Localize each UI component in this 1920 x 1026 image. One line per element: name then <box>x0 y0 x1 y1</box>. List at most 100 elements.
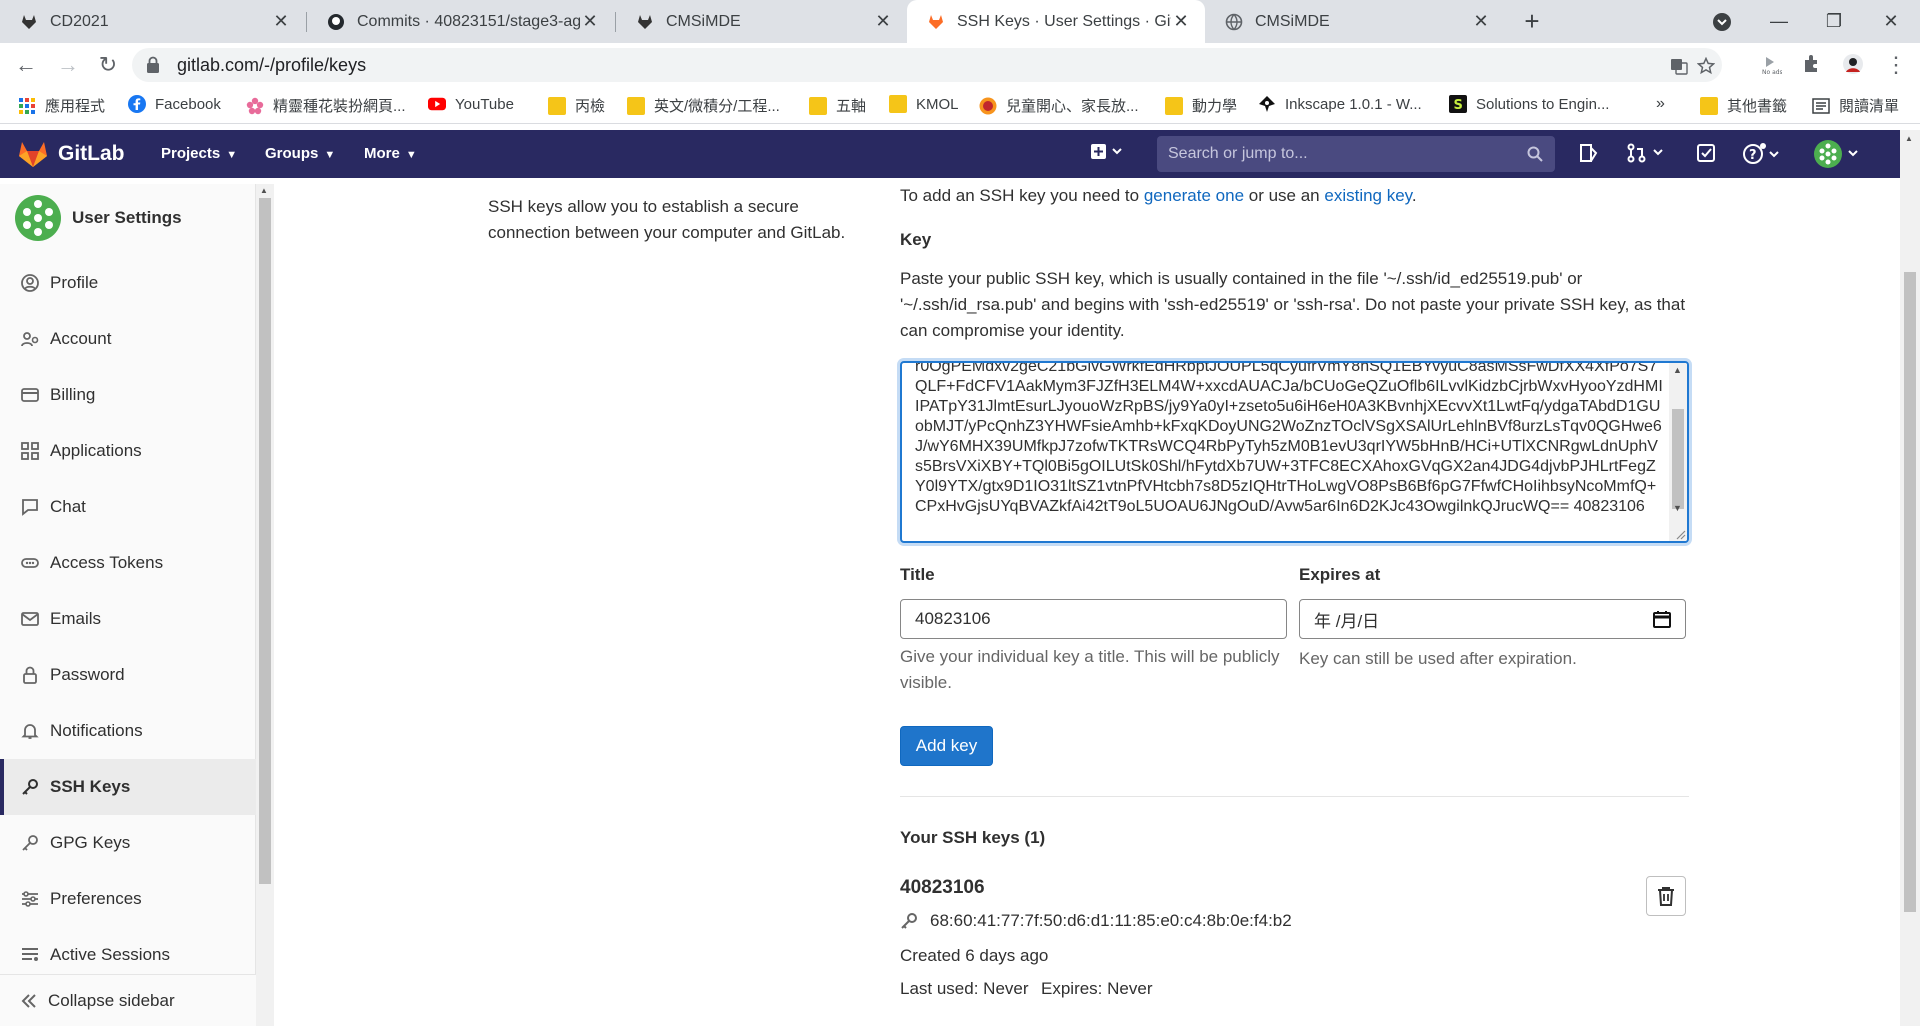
gitlab-tanuki-icon <box>19 142 47 167</box>
sidebar-item-password[interactable]: Password <box>0 647 256 703</box>
bookmark-folder[interactable]: 丙檢 <box>548 95 605 116</box>
bookmark-solutions[interactable]: S Solutions to Engin... <box>1449 95 1609 113</box>
browser-tab-1[interactable]: CD2021 ✕ <box>0 0 305 43</box>
sidebar-scrollbar[interactable]: ▲ <box>256 184 274 1026</box>
groups-menu[interactable]: Groups ▼ <box>265 145 335 162</box>
generate-one-link[interactable]: generate one <box>1144 186 1244 205</box>
issues-icon[interactable] <box>1578 143 1600 168</box>
close-window-icon[interactable]: ✕ <box>1862 0 1920 43</box>
mail-icon <box>20 609 40 629</box>
chrome-menu-icon[interactable]: ⋮ <box>1880 49 1912 81</box>
sidebar-item-billing[interactable]: Billing <box>0 367 256 423</box>
reading-list[interactable]: 閱讀清單 <box>1812 95 1899 116</box>
bookmark-label: 兒童開心、家長放... <box>1006 98 1139 115</box>
browser-tab-5[interactable]: CMSiMDE ✕ <box>1205 0 1505 43</box>
back-icon[interactable]: ← <box>10 49 42 81</box>
settings-sidebar: User Settings Profile Account Billing Ap… <box>0 184 256 1026</box>
scroll-up-icon[interactable]: ▲ <box>1673 365 1682 375</box>
address-bar[interactable]: gitlab.com/-/profile/keys <box>132 48 1722 82</box>
bookmark-youtube[interactable]: YouTube <box>428 95 514 113</box>
sidebar-scrollbar-thumb[interactable] <box>259 198 271 884</box>
double-chevron-left-icon <box>20 992 38 1010</box>
page-scrollbar[interactable]: ▲ <box>1900 130 1920 1026</box>
bookmarks-overflow-icon[interactable]: » <box>1656 95 1665 113</box>
more-menu[interactable]: More ▼ <box>364 145 417 162</box>
menu-label: Projects <box>161 145 221 162</box>
sidebar-item-label: Applications <box>50 441 142 460</box>
close-tab-icon[interactable]: ✕ <box>1171 11 1191 32</box>
bookmark-apps[interactable]: 應用程式 <box>18 95 105 116</box>
key-textarea-scroll-thumb[interactable] <box>1672 409 1684 509</box>
search-input[interactable]: Search or jump to... <box>1157 136 1555 172</box>
close-tab-icon[interactable]: ✕ <box>271 11 291 32</box>
reload-icon[interactable]: ↻ <box>92 49 124 81</box>
sidebar-item-chat[interactable]: Chat <box>0 479 256 535</box>
sidebar-item-gpg-keys[interactable]: GPG Keys <box>0 815 256 871</box>
projects-menu[interactable]: Projects ▼ <box>161 145 237 162</box>
expires-help-text: Key can still be used after expiration. <box>1299 649 1577 668</box>
new-tab-button[interactable]: + <box>1518 8 1546 36</box>
add-key-button[interactable]: Add key <box>900 726 993 766</box>
sidebar-item-ssh-keys[interactable]: SSH Keys <box>0 759 256 815</box>
sidebar-item-profile[interactable]: Profile <box>0 255 256 311</box>
existing-key-link[interactable]: existing key <box>1324 186 1412 205</box>
inkscape-icon <box>1259 96 1275 112</box>
sidebar-item-label: GPG Keys <box>50 833 131 852</box>
collapse-sidebar-button[interactable]: Collapse sidebar <box>0 974 256 1026</box>
key-textarea-scrollbar[interactable]: ▲ ▼ <box>1669 363 1687 541</box>
user-avatar-menu[interactable] <box>1813 139 1863 174</box>
folder-icon <box>1700 96 1718 115</box>
key-textarea[interactable]: r0OgPEMdxv2geC21bGlvGWrkfEdHRbptJOUPL5qC… <box>900 361 1689 543</box>
delete-key-button[interactable] <box>1646 876 1686 916</box>
extensions-puzzle-icon[interactable] <box>1801 53 1823 75</box>
monitor-icon <box>20 945 40 965</box>
page-scrollbar-thumb[interactable] <box>1904 272 1916 912</box>
sidebar-item-preferences[interactable]: Preferences <box>0 871 256 927</box>
browser-tab-2[interactable]: Commits · 40823151/stage3-ag ✕ <box>307 0 614 43</box>
solutions-s-icon: S <box>1449 95 1467 113</box>
sidebar-item-notifications[interactable]: Notifications <box>0 703 256 759</box>
new-dropdown[interactable] <box>1090 143 1126 166</box>
sidebar-item-account[interactable]: Account <box>0 311 256 367</box>
ssh-intro-text: To add an SSH key you need to generate o… <box>900 186 1417 206</box>
bookmark-other[interactable]: 其他書籤 <box>1700 95 1787 116</box>
close-tab-icon[interactable]: ✕ <box>873 11 893 32</box>
help-icon[interactable]: ? <box>1743 143 1783 170</box>
tab-search-icon[interactable] <box>1693 0 1751 43</box>
resize-handle-icon[interactable] <box>1674 528 1686 540</box>
extension-nodata-icon[interactable]: No ads <box>1760 53 1782 75</box>
profile-avatar-icon[interactable] <box>1842 53 1864 75</box>
title-input[interactable]: 40823106 <box>900 599 1287 639</box>
close-tab-icon[interactable]: ✕ <box>580 11 600 32</box>
bookmark-inkscape[interactable]: Inkscape 1.0.1 - W... <box>1258 95 1422 113</box>
browser-tab-4-active[interactable]: SSH Keys · User Settings · GitLab ✕ <box>907 0 1205 43</box>
restore-icon[interactable]: ❐ <box>1805 0 1863 43</box>
ssh-key-title[interactable]: 40823106 <box>900 877 985 899</box>
expires-date-input[interactable]: 年 /月/日 <box>1299 599 1686 639</box>
todos-icon[interactable] <box>1696 143 1716 168</box>
sidebar-item-access-tokens[interactable]: Access Tokens <box>0 535 256 591</box>
globe-icon <box>1225 13 1243 30</box>
sidebar-item-emails[interactable]: Emails <box>0 591 256 647</box>
bookmark-flower[interactable]: 精靈種花裝扮網頁... <box>246 95 406 116</box>
sidebar-header[interactable]: User Settings <box>14 194 182 242</box>
minimize-icon[interactable]: — <box>1750 0 1808 43</box>
bookmark-folder[interactable]: 英文/微積分/工程... <box>627 95 780 116</box>
forward-icon[interactable]: → <box>52 49 84 81</box>
bookmark-facebook[interactable]: Facebook <box>128 95 221 113</box>
bookmarks-bar: 應用程式 Facebook 精靈種花裝扮網頁... YouTube 丙檢 英文/… <box>0 86 1920 124</box>
browser-tab-3[interactable]: CMSiMDE ✕ <box>616 0 907 43</box>
close-tab-icon[interactable]: ✕ <box>1471 11 1491 32</box>
scroll-down-icon[interactable]: ▼ <box>1673 503 1682 513</box>
translate-icon[interactable] <box>1670 57 1688 75</box>
bookmark-star-icon[interactable] <box>1697 57 1715 75</box>
user-avatar-icon <box>1814 140 1858 168</box>
bookmark-kids[interactable]: 兒童開心、家長放... <box>979 95 1139 116</box>
calendar-icon[interactable] <box>1653 610 1671 628</box>
merge-requests-icon[interactable] <box>1627 143 1667 168</box>
bookmark-folder[interactable]: 五軸 <box>809 95 866 116</box>
gitlab-home-link[interactable]: GitLab <box>18 140 125 168</box>
bookmark-folder[interactable]: 動力學 <box>1165 95 1237 116</box>
sidebar-item-applications[interactable]: Applications <box>0 423 256 479</box>
bookmark-folder[interactable]: KMOL <box>889 95 959 113</box>
